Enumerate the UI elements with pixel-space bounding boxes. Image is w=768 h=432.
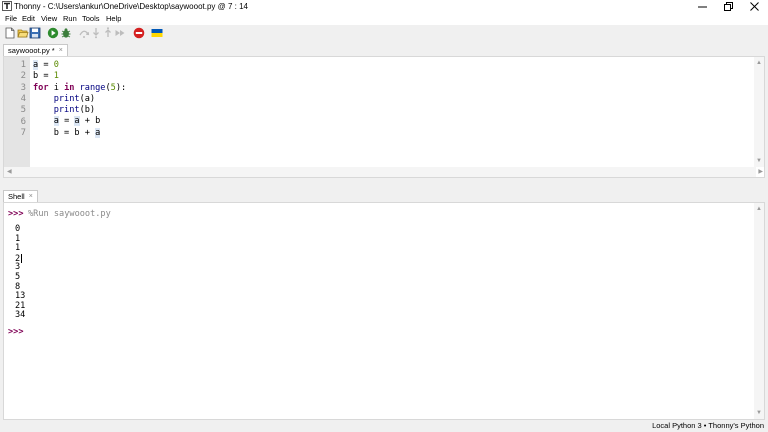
- step-out-icon[interactable]: [102, 27, 114, 39]
- save-icon[interactable]: [29, 27, 41, 39]
- code-text[interactable]: a = 0 b = 1 for i in range(5): print(a) …: [33, 60, 126, 139]
- output-line: 34: [15, 310, 26, 321]
- menu-run[interactable]: Run: [63, 13, 77, 25]
- scroll-up-icon[interactable]: ▲: [756, 60, 762, 66]
- restore-icon: [724, 2, 733, 11]
- minimize-icon: [698, 6, 707, 8]
- ukraine-flag-icon[interactable]: [151, 27, 163, 39]
- editor-tab-label: saywooot.py *: [8, 45, 55, 55]
- menu-file[interactable]: File: [5, 13, 17, 25]
- editor-tab-saywooot[interactable]: saywooot.py * ×: [3, 44, 68, 56]
- status-bar: Local Python 3 • Thonny's Python: [0, 420, 768, 432]
- run-command: %Run saywooot.py: [28, 209, 111, 219]
- debug-icon[interactable]: [60, 27, 72, 39]
- menu-edit[interactable]: Edit: [22, 13, 35, 25]
- editor-tabstrip: saywooot.py * ×: [0, 43, 768, 56]
- title-bar: Thonny - C:\Users\ankur\OneDrive\Desktop…: [0, 0, 768, 13]
- line-number-gutter: 1 2 3 4 5 6 7: [4, 57, 30, 177]
- close-icon[interactable]: ×: [29, 191, 33, 203]
- shell-tab[interactable]: Shell ×: [3, 190, 38, 202]
- line-number: 7: [20, 127, 26, 138]
- close-icon[interactable]: ×: [59, 45, 63, 57]
- line-number: 6: [20, 116, 26, 127]
- scroll-down-icon[interactable]: ▼: [756, 410, 762, 416]
- editor-horizontal-scrollbar[interactable]: ◀ ▶: [4, 167, 763, 177]
- output-line: 1: [15, 243, 21, 254]
- scroll-down-icon[interactable]: ▼: [756, 158, 762, 164]
- new-file-icon[interactable]: [4, 27, 16, 39]
- resume-icon[interactable]: [114, 27, 126, 39]
- editor-vertical-scrollbar[interactable]: ▲ ▼: [754, 57, 764, 167]
- menu-help[interactable]: Help: [106, 13, 121, 25]
- line-number: 1: [20, 60, 26, 70]
- code-editor[interactable]: 1 2 3 4 5 6 7 a = 0 b = 1 for i in range…: [3, 56, 765, 178]
- line-number: 2: [20, 71, 26, 82]
- interpreter-status[interactable]: Local Python 3 • Thonny's Python: [652, 420, 764, 432]
- minimize-button[interactable]: [690, 0, 716, 13]
- shell-vertical-scrollbar[interactable]: ▲ ▼: [754, 203, 764, 419]
- open-file-icon[interactable]: [17, 27, 29, 39]
- shell-tab-label: Shell: [8, 191, 25, 201]
- menu-bar: File Edit View Run Tools Help: [0, 13, 768, 25]
- thonny-app-icon: [2, 1, 12, 11]
- line-number: 5: [20, 105, 26, 116]
- scroll-left-icon[interactable]: ◀: [7, 169, 12, 175]
- window-title: Thonny - C:\Users\ankur\OneDrive\Desktop…: [14, 2, 248, 11]
- shell-prompt: >>>: [8, 209, 24, 219]
- text-caret: [21, 253, 23, 263]
- menu-tools[interactable]: Tools: [82, 13, 100, 25]
- scroll-up-icon[interactable]: ▲: [756, 206, 762, 212]
- shell-input-prompt[interactable]: >>>: [8, 327, 24, 338]
- line-number: 3: [20, 82, 26, 93]
- scroll-right-icon[interactable]: ▶: [758, 169, 763, 175]
- step-into-icon[interactable]: [90, 27, 102, 39]
- close-button[interactable]: [742, 0, 768, 13]
- restore-button[interactable]: [716, 0, 742, 13]
- step-over-icon[interactable]: [78, 27, 90, 39]
- python-shell[interactable]: >>> %Run saywooot.py 0 1 1 2 3 5 8 13 21…: [3, 202, 765, 420]
- run-icon[interactable]: [47, 27, 59, 39]
- menu-view[interactable]: View: [41, 13, 57, 25]
- shell-tabstrip: Shell ×: [0, 189, 768, 202]
- line-number: 4: [20, 93, 26, 104]
- toolbar: [0, 25, 768, 43]
- stop-icon[interactable]: [133, 27, 145, 39]
- close-icon: [750, 2, 759, 11]
